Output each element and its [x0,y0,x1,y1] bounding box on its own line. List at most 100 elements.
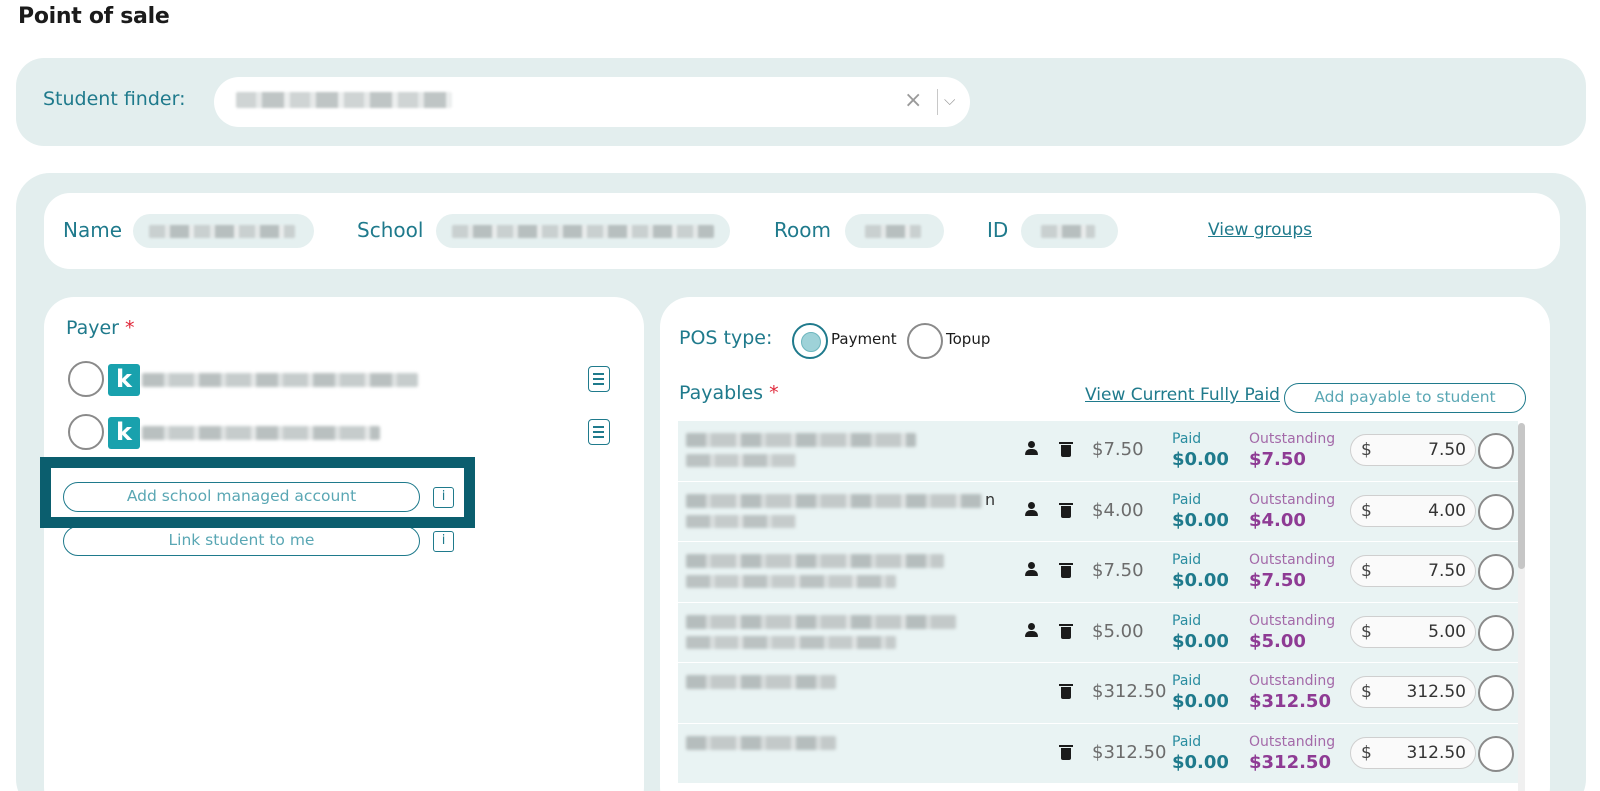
payable-select-radio[interactable] [1478,614,1514,651]
payment-amount-input[interactable]: $7.50 [1350,434,1476,466]
currency-symbol: $ [1361,561,1372,581]
room-label: Room [774,218,831,242]
payment-amount-input[interactable]: $7.50 [1350,555,1476,587]
paid-label: Paid [1172,552,1202,568]
payment-amount-value: 7.50 [1428,561,1466,581]
payable-select-radio[interactable] [1478,493,1514,530]
view-current-fully-paid-link[interactable]: View Current Fully Paid [1085,385,1280,405]
outstanding-value: $7.50 [1249,449,1306,470]
payable-select-radio[interactable] [1478,675,1514,711]
paid-label: Paid [1172,673,1202,689]
trash-icon[interactable] [1059,502,1073,518]
payer-option[interactable]: k [68,361,628,401]
view-groups-link[interactable]: View groups [1208,220,1312,240]
id-label: ID [987,218,1009,242]
paid-value: $0.00 [1172,751,1229,773]
paid-value: $0.00 [1172,691,1229,712]
pos-type-label: POS type: [679,327,773,349]
required-mark: * [125,317,135,339]
payment-amount-input[interactable]: $4.00 [1350,494,1476,527]
payer-radio[interactable] [68,361,104,397]
pos-topup-label: Topup [946,330,991,348]
payable-select-radio[interactable] [1478,735,1514,772]
outstanding-label: Outstanding [1249,612,1336,629]
payable-amount: $7.50 [1092,560,1144,581]
payable-description-redacted [686,675,976,711]
payable-description-redacted [686,554,976,590]
trash-icon[interactable] [1059,563,1073,578]
outstanding-label: Outstanding [1249,733,1336,750]
table-row[interactable]: n $4.00 Paid $0.00 Outstanding $4.00 $4.00 [678,481,1518,542]
payment-amount-input[interactable]: $5.00 [1350,615,1476,648]
payable-amount: $4.00 [1092,499,1144,521]
paid-value: $0.00 [1172,630,1229,652]
person-icon[interactable] [1024,562,1040,578]
trash-icon[interactable] [1059,684,1073,699]
highlight-annotation [40,457,475,528]
table-row[interactable]: $312.50 Paid $0.00 Outstanding $312.50 $312.5… [678,663,1518,724]
currency-symbol: $ [1361,682,1372,702]
pos-payment-radio[interactable] [792,323,828,359]
outstanding-value: $312.50 [1249,751,1331,773]
info-icon[interactable]: i [433,531,454,552]
page-title: Point of sale [18,4,170,29]
table-row[interactable]: $312.50 Paid $0.00 Outstanding $312.50 $312.5… [678,723,1518,784]
pos-payment-label: Payment [831,330,897,348]
payable-amount: $5.00 [1092,620,1144,642]
name-label: Name [63,218,123,242]
room-value-pill [845,214,944,248]
outstanding-label: Outstanding [1249,552,1336,568]
trash-icon[interactable] [1059,442,1073,457]
student-info-card: Name School Room ID View groups [44,193,1560,269]
add-payable-button[interactable]: Add payable to student [1284,383,1526,413]
person-icon[interactable] [1024,441,1040,457]
scrollbar-thumb[interactable] [1518,423,1525,569]
notes-icon[interactable] [588,419,610,445]
table-row[interactable]: $7.50 Paid $0.00 Outstanding $7.50 $7.50 [678,542,1518,603]
outstanding-value: $7.50 [1249,570,1306,591]
outstanding-label: Outstanding [1249,431,1336,447]
payables-card: POS type: Payment Topup Payables * View … [660,297,1550,791]
notes-icon[interactable] [588,366,610,392]
id-value-pill [1021,214,1118,248]
currency-symbol: $ [1361,742,1372,763]
payables-table: $7.50 Paid $0.00 Outstanding $7.50 $7.50 n $4.0… [678,421,1518,784]
k-logo-icon: k [108,364,140,396]
table-row[interactable]: $5.00 Paid $0.00 Outstanding $5.00 $5.00 [678,602,1518,663]
payment-amount-value: 7.50 [1428,440,1466,460]
currency-symbol: $ [1361,440,1372,460]
person-icon[interactable] [1024,501,1040,518]
currency-symbol: $ [1361,500,1372,521]
k-logo-icon: k [108,417,140,449]
required-mark: * [769,382,779,404]
paid-value: $0.00 [1172,570,1229,591]
payment-amount-input[interactable]: $312.50 [1350,676,1476,708]
payable-select-radio[interactable] [1478,433,1514,469]
outstanding-label: Outstanding [1249,673,1336,689]
paid-label: Paid [1172,733,1202,750]
student-finder-label: Student finder: [43,88,186,110]
payable-amount: $7.50 [1092,439,1144,460]
payer-radio[interactable] [68,414,104,450]
link-student-button[interactable]: Link student to me [63,526,420,556]
payment-amount-input[interactable]: $312.50 [1350,736,1476,769]
trash-icon[interactable] [1059,623,1073,639]
payable-description-redacted [686,614,976,651]
paid-value: $0.00 [1172,449,1229,470]
payer-option[interactable]: k [68,414,628,454]
clear-icon[interactable]: × [904,88,922,113]
payable-select-radio[interactable] [1478,554,1514,590]
outstanding-label: Outstanding [1249,491,1336,508]
table-row[interactable]: $7.50 Paid $0.00 Outstanding $7.50 $7.50 [678,421,1518,482]
pos-topup-radio[interactable] [907,323,943,359]
paid-label: Paid [1172,491,1202,508]
paid-value: $0.00 [1172,509,1229,531]
payment-amount-value: 5.00 [1428,621,1466,642]
trash-icon[interactable] [1059,744,1073,760]
chevron-down-icon[interactable]: ⌵ [944,91,955,109]
name-value-pill [133,214,314,248]
payable-amount: $312.50 [1092,741,1167,763]
person-icon[interactable] [1024,622,1040,639]
student-finder-input[interactable]: × ⌵ [214,77,970,127]
paid-label: Paid [1172,431,1202,447]
